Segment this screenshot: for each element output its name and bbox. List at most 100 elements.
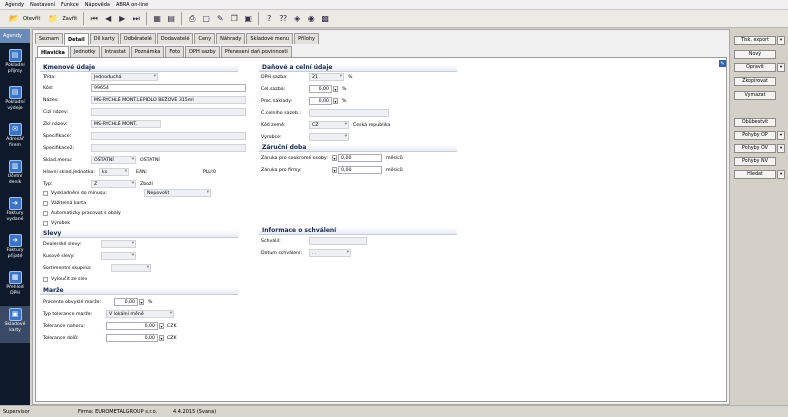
new-document-icon[interactable]: ▢ bbox=[200, 13, 212, 25]
tab-jednotky[interactable]: Jednotky bbox=[69, 46, 100, 57]
grid-icon[interactable]: ▦ bbox=[151, 13, 163, 25]
detail-icon[interactable]: ▤ bbox=[165, 13, 177, 25]
specifikace2-field[interactable] bbox=[91, 144, 246, 152]
jednotka-select[interactable]: ks ▾ bbox=[99, 168, 129, 176]
help-icon[interactable]: ? bbox=[263, 13, 275, 25]
edit-corner-icon[interactable]: ✎ bbox=[719, 60, 726, 67]
next-record-icon[interactable]: ▶ bbox=[116, 13, 128, 25]
cel-sazba-field[interactable]: 0,00 bbox=[309, 85, 332, 93]
vazitelna-checkbox[interactable] bbox=[43, 201, 48, 206]
dph-sazba-select[interactable]: 21 ▾ bbox=[309, 73, 344, 81]
tolerance-nahoru-field[interactable]: 0,00 bbox=[106, 322, 158, 330]
print-icon[interactable]: ⎙ bbox=[186, 13, 198, 25]
tab-prilohy[interactable]: Přílohy bbox=[294, 33, 320, 44]
sklad-menu-select[interactable]: OSTATNÍ ▾ bbox=[91, 156, 136, 164]
tools-icon[interactable]: ◈ bbox=[291, 13, 303, 25]
tab-odberatele[interactable]: Odběratelé bbox=[119, 33, 156, 44]
delete-document-icon[interactable]: ▣ bbox=[242, 13, 254, 25]
tolerance-dolu-spinner[interactable]: ▾ bbox=[159, 335, 164, 341]
tab-preneseni[interactable]: Přenesení daň.povinnosti bbox=[220, 46, 292, 57]
pohyby-nv-button[interactable]: Pohyby NV bbox=[734, 157, 776, 166]
menu-agendy[interactable]: Agendy bbox=[5, 2, 24, 8]
datum-schvaleni-field[interactable]: . . ▾ bbox=[309, 249, 351, 257]
menu-funkce[interactable]: Funkce bbox=[61, 2, 79, 8]
last-record-icon[interactable]: ⏭ bbox=[130, 13, 142, 25]
vyrobce-select[interactable]: ▾ bbox=[309, 133, 349, 141]
tab-dil-karty[interactable]: Díl karty bbox=[89, 33, 119, 44]
sidebar-item-faktury-vydane[interactable]: ➜ Faktury vydané bbox=[0, 195, 30, 232]
sidebar-item-pokladni-vydeje[interactable]: ▤ Pokladní výdeje bbox=[0, 84, 30, 121]
tab-detail[interactable]: Detail bbox=[63, 33, 89, 45]
schvalil-field[interactable] bbox=[309, 237, 367, 245]
sidebar-item-prehled-dph[interactable]: ▦ Přehled DPH bbox=[0, 269, 30, 306]
sidebar-item-faktury-prijate[interactable]: ➜ Faktury přijaté bbox=[0, 232, 30, 269]
edit-button[interactable]: Opravit bbox=[734, 63, 776, 72]
vyskladneni-select[interactable]: Nepovolit ▾ bbox=[144, 189, 211, 197]
sidebar-item-skladove-karty[interactable]: ▣ Skladové karty bbox=[0, 306, 30, 343]
tab-nahrady[interactable]: Náhrady bbox=[216, 33, 246, 44]
new-button[interactable]: Nový bbox=[734, 50, 776, 59]
prev-record-icon[interactable]: ◀ bbox=[102, 13, 114, 25]
pohyby-ov-button[interactable]: Pohyby OV bbox=[734, 144, 776, 153]
kusove-slevy-select[interactable]: ▾ bbox=[101, 252, 136, 260]
tab-dph-sazby[interactable]: DPH sazby bbox=[185, 46, 220, 57]
obaly-checkbox[interactable] bbox=[43, 211, 48, 216]
tab-dodavatele[interactable]: Dodavatelé bbox=[156, 33, 194, 44]
copy-document-icon[interactable]: ❐ bbox=[228, 13, 240, 25]
delete-button[interactable]: Vymazat bbox=[734, 91, 776, 100]
specifikace-field[interactable] bbox=[91, 132, 246, 140]
search-button[interactable]: Hledat bbox=[734, 170, 776, 179]
trida-select[interactable]: Jednoduchá ▾ bbox=[91, 73, 158, 81]
zaruka-osoby-field[interactable]: 0,00 bbox=[338, 154, 382, 162]
tab-foto[interactable]: Foto bbox=[165, 46, 185, 57]
tolerance-nahoru-spinner[interactable]: ▾ bbox=[159, 323, 164, 329]
vyskladneni-checkbox[interactable] bbox=[43, 191, 48, 196]
pohyby-op-dropdown[interactable]: ▾ bbox=[777, 131, 785, 140]
edit-document-icon[interactable]: ✎ bbox=[214, 13, 226, 25]
menu-abra-online[interactable]: ABRA on-line bbox=[116, 2, 148, 8]
print-export-button[interactable]: Tisk, export bbox=[734, 36, 776, 45]
sortimentni-skupina-select[interactable]: ▾ bbox=[111, 264, 151, 272]
tolerance-dolu-field[interactable]: 0,00 bbox=[106, 334, 158, 342]
nazev-field[interactable]: MS-RYCHLÉ MONT.LEPIDLO BEŽOVÉ 315ml bbox=[91, 96, 246, 104]
dealerske-slevy-select[interactable]: ▾ bbox=[101, 240, 136, 248]
pohyby-ov-dropdown[interactable]: ▾ bbox=[777, 144, 785, 153]
order-button[interactable]: Obůbestvit bbox=[734, 118, 776, 127]
save-icon[interactable]: ▩ bbox=[319, 13, 331, 25]
menu-nastaveni[interactable]: Nastavení bbox=[30, 2, 55, 8]
typ-tolerance-select[interactable]: V lokální měně ▾ bbox=[106, 310, 174, 318]
kod-field[interactable]: 99654 bbox=[91, 84, 246, 92]
sidebar-item-ucetni-denik[interactable]: ▥ Účetní deník bbox=[0, 158, 30, 195]
open-button[interactable]: 📂 Otevřít bbox=[4, 12, 43, 26]
query-icon[interactable]: ⁇ bbox=[277, 13, 289, 25]
user-icon[interactable]: ◉ bbox=[305, 13, 317, 25]
edit-dropdown[interactable]: ▾ bbox=[777, 63, 785, 72]
menu-napoveda[interactable]: Nápověda bbox=[85, 2, 110, 8]
tab-intrastat[interactable]: Intrastat bbox=[100, 46, 130, 57]
cizi-nazev-field[interactable] bbox=[91, 108, 246, 116]
sidebar-item-pokladni-prijmy[interactable]: ▤ Pokladní příjmy bbox=[0, 47, 30, 84]
zaruka-firmy-spinner[interactable]: ▾ bbox=[332, 167, 337, 173]
vyloucit-checkbox[interactable] bbox=[43, 277, 48, 282]
zkr-nazev-field[interactable]: MS-RYCHLÉ MONT. bbox=[91, 120, 161, 128]
zaruka-osoby-spinner[interactable]: ▾ bbox=[332, 155, 337, 161]
zaruka-firmy-field[interactable]: 0,00 bbox=[338, 166, 382, 174]
search-dropdown[interactable]: ▾ bbox=[777, 170, 785, 179]
typ-select[interactable]: Z ▾ bbox=[91, 180, 136, 188]
cel-sazba-spinner[interactable]: ▾ bbox=[333, 86, 338, 92]
proc-naklady-field[interactable]: 0,00 bbox=[309, 97, 332, 105]
procento-spinner[interactable]: ▾ bbox=[139, 299, 144, 305]
tab-seznam[interactable]: Seznam bbox=[35, 33, 63, 44]
vyrobek-checkbox[interactable] bbox=[43, 221, 48, 226]
tab-ceny[interactable]: Ceny bbox=[194, 33, 216, 44]
tab-skladove-menu[interactable]: Skladové menu bbox=[246, 33, 294, 44]
celni-sazebnik-field[interactable] bbox=[309, 109, 389, 117]
first-record-icon[interactable]: ⏮ bbox=[88, 13, 100, 25]
copy-button[interactable]: Zkopírovat bbox=[734, 77, 776, 86]
procento-marze-field[interactable]: 0,00 bbox=[114, 298, 138, 306]
sidebar-item-adresar[interactable]: ✉ Adresář firem bbox=[0, 121, 30, 158]
close-button[interactable]: 📁 Zavřít bbox=[43, 12, 80, 26]
tab-poznamka[interactable]: Poznámka bbox=[130, 46, 165, 57]
pohyby-op-button[interactable]: Pohyby OP bbox=[734, 131, 776, 140]
kod-zeme-select[interactable]: CZ ▾ bbox=[309, 121, 349, 129]
